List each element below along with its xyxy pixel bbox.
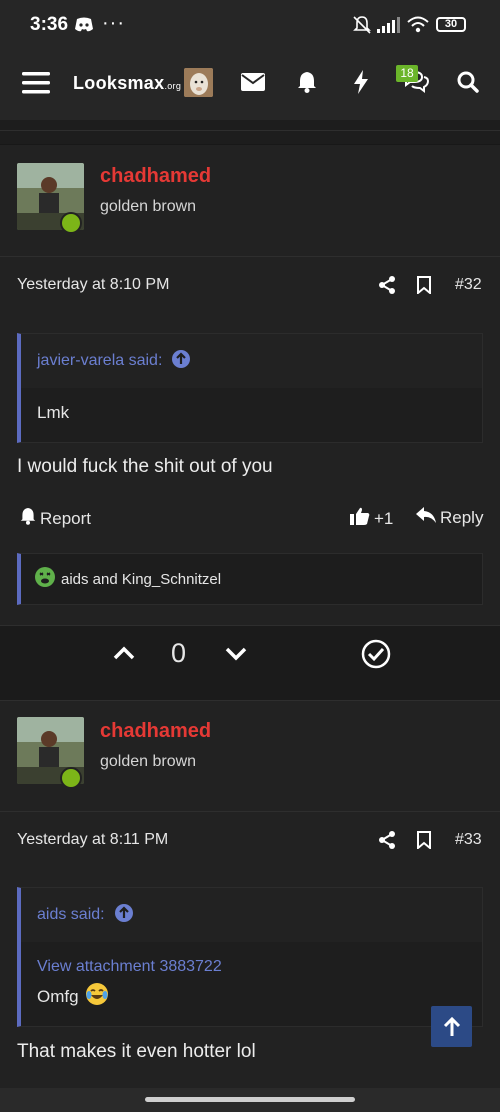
upvote-icon[interactable]: [113, 645, 135, 666]
post-message: I would fuck the shit out of you: [17, 456, 273, 477]
user-title: golden brown: [100, 198, 197, 215]
bell-icon[interactable]: [296, 70, 318, 94]
post-username[interactable]: chadhamed: [100, 165, 211, 188]
search-icon[interactable]: [456, 70, 480, 94]
logo-text: Looksmax: [73, 73, 165, 93]
user-avatar[interactable]: [184, 68, 213, 97]
report-label: Report: [40, 508, 92, 528]
report-button[interactable]: Report: [20, 507, 91, 530]
online-indicator: [60, 767, 82, 789]
site-logo[interactable]: Looksmax.org: [73, 73, 181, 94]
vote-bar: [0, 625, 500, 700]
quote-text-row: Omfg: [21, 976, 482, 1011]
quote-text: Lmk: [37, 403, 70, 422]
discord-icon: [74, 17, 94, 38]
online-indicator: [60, 212, 82, 234]
reply-icon: [416, 507, 436, 528]
mail-icon[interactable]: [241, 72, 265, 92]
post-timestamp[interactable]: Yesterday at 8:10 PM: [17, 276, 169, 294]
post-username[interactable]: chadhamed: [100, 720, 211, 743]
arrow-up-circle-icon[interactable]: [172, 349, 191, 373]
divider: [0, 130, 500, 131]
logo-suffix: .org: [164, 81, 182, 91]
more-notifications-icon: ···: [102, 12, 125, 34]
attachment-link[interactable]: View attachment 3883722: [21, 942, 482, 976]
post-number[interactable]: #32: [455, 276, 482, 294]
share-icon[interactable]: [378, 831, 396, 854]
downvote-icon[interactable]: [225, 646, 247, 667]
quote-author[interactable]: javier-varela said:: [37, 352, 162, 370]
quote-block: javier-varela said: Lmk: [17, 333, 483, 443]
previous-post-edge: [0, 120, 500, 144]
status-time: 3:36: [30, 14, 69, 35]
quote-header[interactable]: aids said:: [21, 888, 482, 942]
wifi-icon: [406, 15, 430, 40]
bookmark-icon[interactable]: [417, 276, 431, 299]
share-icon[interactable]: [378, 276, 396, 299]
quote-block: aids said: View attachment 3883722 Omfg: [17, 887, 483, 1027]
quote-header[interactable]: javier-varela said:: [21, 334, 482, 388]
quote-author[interactable]: aids said:: [37, 906, 105, 924]
signal-icon: [377, 17, 401, 38]
vote-count: 0: [171, 638, 187, 668]
sick-emoji-icon: [35, 567, 55, 591]
menu-icon[interactable]: [22, 70, 50, 96]
reactions-bar[interactable]: aids and King_Schnitzel: [17, 553, 483, 605]
laughing-crying-emoji-icon: [85, 982, 109, 1011]
bookmark-icon[interactable]: [417, 831, 431, 854]
divider: [0, 811, 500, 812]
like-button[interactable]: +1: [350, 507, 393, 530]
divider: [0, 625, 500, 626]
scroll-to-top-button[interactable]: [431, 1006, 472, 1047]
arrow-up-circle-icon[interactable]: [114, 903, 133, 927]
post-number[interactable]: #33: [455, 831, 482, 849]
home-gesture-bar[interactable]: [145, 1097, 355, 1102]
solution-check-icon[interactable]: [361, 639, 391, 674]
user-title: golden brown: [100, 753, 197, 770]
reply-label: Reply: [440, 507, 484, 527]
mute-icon: [352, 15, 372, 40]
lightning-icon[interactable]: [352, 70, 370, 94]
battery-icon: 30: [436, 17, 466, 32]
post-timestamp[interactable]: Yesterday at 8:11 PM: [17, 831, 168, 849]
post-message: That makes it even hotter lol: [17, 1041, 256, 1062]
bell-icon: [20, 507, 36, 530]
notification-badge: 18: [396, 65, 418, 82]
like-count: +1: [374, 508, 394, 528]
attachment-link-text[interactable]: View attachment 3883722: [37, 958, 222, 975]
quote-text: Omfg: [37, 986, 79, 1006]
thumbs-up-icon: [350, 507, 370, 530]
reactions-text: aids and King_Schnitzel: [61, 570, 222, 588]
reply-button[interactable]: Reply: [416, 507, 483, 528]
divider: [0, 256, 500, 257]
